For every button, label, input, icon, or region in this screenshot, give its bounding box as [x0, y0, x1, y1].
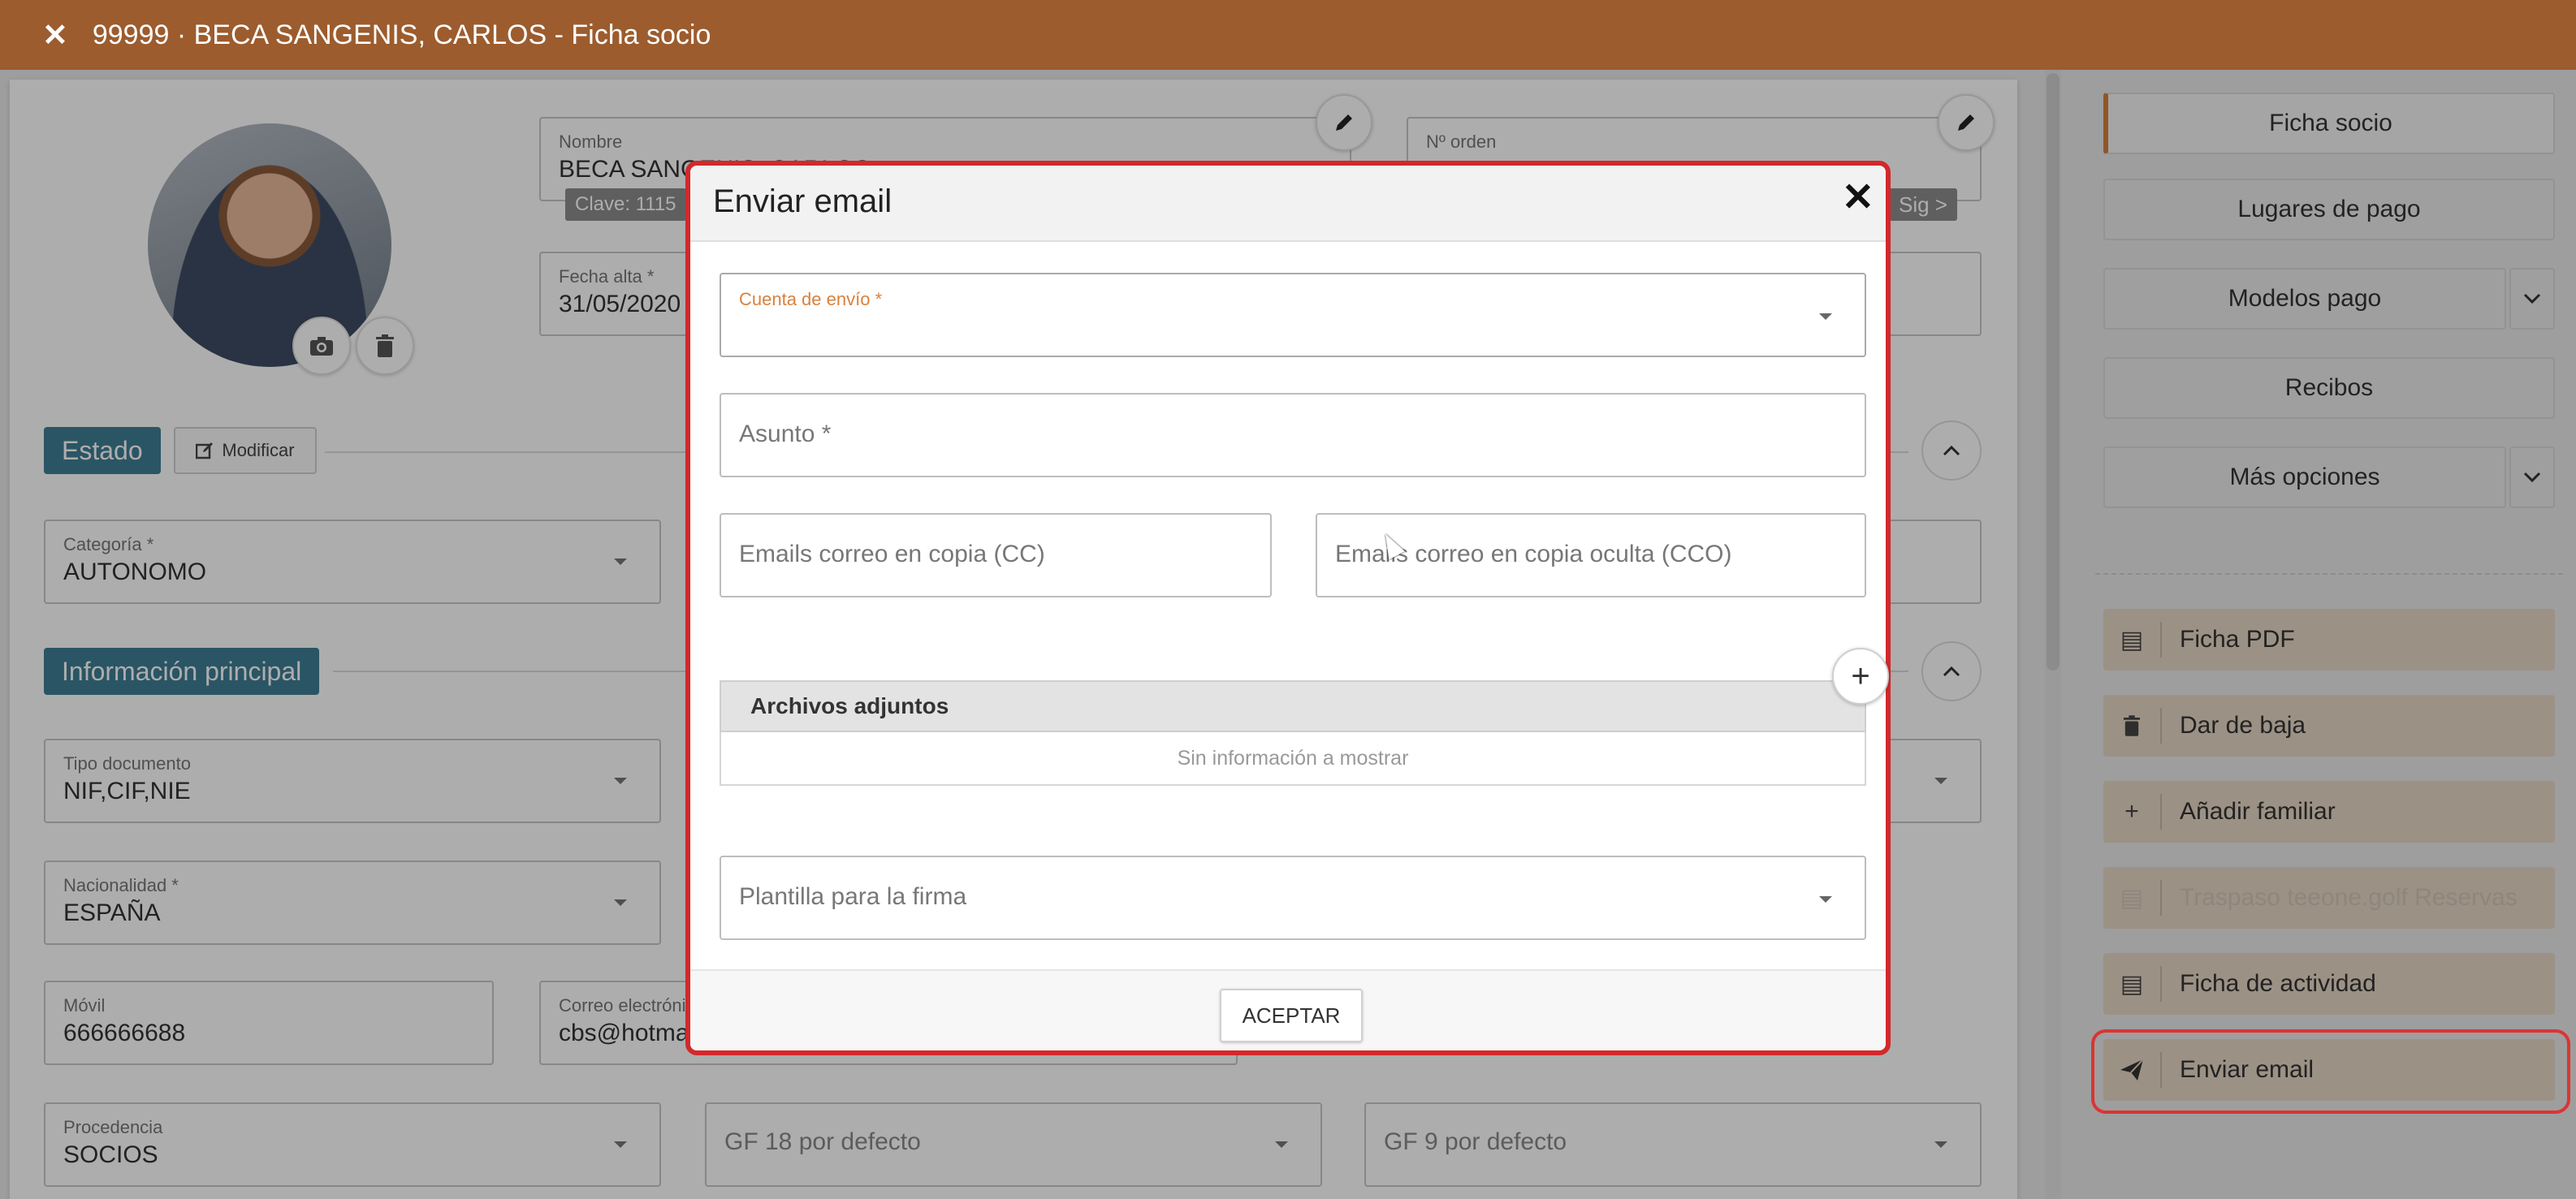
firma-placeholder: Plantilla para la firma	[739, 883, 967, 910]
firma-select[interactable]: Plantilla para la firma	[720, 856, 1866, 940]
cuenta-envio-select[interactable]: Cuenta de envío *	[720, 273, 1866, 357]
close-icon[interactable]: ✕	[42, 17, 68, 54]
attachments-empty: Sin información a mostrar	[720, 732, 1866, 786]
title-bar: ✕ 99999 · BECA SANGENIS, CARLOS - Ficha …	[0, 0, 2576, 70]
dialog-title: Enviar email	[713, 183, 893, 219]
dialog-header: Enviar email ✕	[690, 166, 1886, 242]
enviar-email-highlight	[2091, 1029, 2570, 1114]
accept-button[interactable]: ACEPTAR	[1220, 989, 1363, 1042]
add-attachment-icon[interactable]: +	[1832, 648, 1889, 705]
enviar-email-dialog: Enviar email ✕ Cuenta de envío * Asunto …	[685, 161, 1891, 1055]
attachments-header: Archivos adjuntos	[720, 680, 1866, 732]
window-title: 99999 · BECA SANGENIS, CARLOS - Ficha so…	[92, 19, 711, 50]
cuenta-envio-label: Cuenta de envío *	[739, 289, 883, 309]
asunto-placeholder: Asunto *	[739, 421, 832, 447]
cco-input[interactable]: Emails correo en copia oculta (CCO)	[1316, 513, 1866, 597]
cc-input[interactable]: Emails correo en copia (CC)	[720, 513, 1272, 597]
close-icon[interactable]: ✕	[1842, 179, 1874, 218]
asunto-input[interactable]: Asunto *	[720, 393, 1866, 477]
chevron-down-icon	[1819, 313, 1832, 320]
chevron-down-icon	[1819, 896, 1832, 903]
cc-placeholder: Emails correo en copia (CC)	[739, 541, 1045, 567]
